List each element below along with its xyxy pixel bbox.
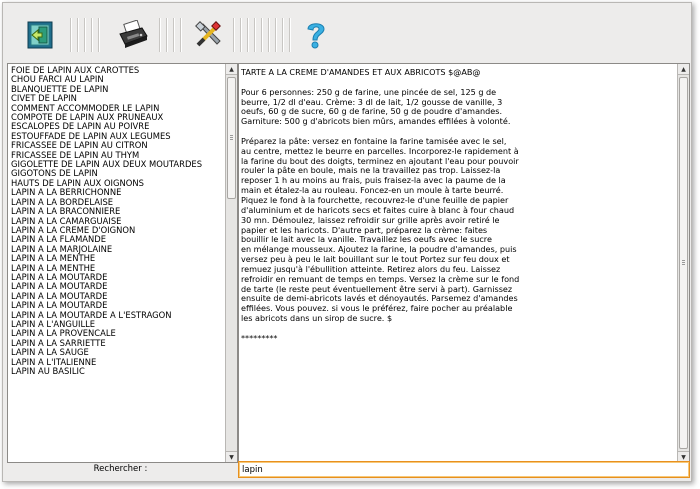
- toolbar-separator: [77, 18, 79, 52]
- recipe-text[interactable]: TARTE A LA CREME D'AMANDES ET AUX ABRICO…: [239, 64, 677, 462]
- toolbar-separator: [268, 18, 270, 52]
- recipe-text-panel: TARTE A LA CREME D'AMANDES ET AUX ABRICO…: [238, 63, 690, 463]
- recipe-list[interactable]: FOIE DE LAPIN AUX CAROTTES CHOU FARCI AU …: [8, 64, 226, 462]
- tools-button[interactable]: [191, 17, 227, 53]
- scroll-up-arrow-icon[interactable]: ▲: [226, 64, 237, 75]
- scrollbar-thumb[interactable]: [227, 77, 236, 199]
- recipe-text-line: les abricots dans un sirop de sucre. $: [241, 313, 393, 324]
- recipe-text-scrollbar[interactable]: ▲ ▼: [677, 64, 689, 462]
- search-label: Rechercher :: [93, 464, 148, 474]
- recipe-text-line: [241, 324, 677, 334]
- toolbar: [3, 3, 691, 61]
- app-window: FOIE DE LAPIN AUX CAROTTES CHOU FARCI AU …: [2, 2, 692, 482]
- exit-button[interactable]: [22, 17, 58, 53]
- toolbar-separator: [159, 18, 161, 52]
- scroll-up-arrow-icon[interactable]: ▲: [678, 64, 689, 75]
- toolbar-separator: [254, 18, 256, 52]
- recipe-list-panel: FOIE DE LAPIN AUX CAROTTES CHOU FARCI AU …: [7, 63, 238, 463]
- printer-icon: [119, 20, 148, 48]
- toolbar-separator: [173, 18, 175, 52]
- toolbar-separator: [275, 18, 277, 52]
- toolbar-separator: [261, 18, 263, 52]
- toolbar-separator: [70, 18, 72, 52]
- recipe-text-line: *********: [241, 332, 278, 343]
- recipe-text-line: TARTE A LA CREME D'AMANDES ET AUX ABRICO…: [241, 67, 481, 77]
- toolbar-separator: [289, 18, 291, 52]
- help-icon: [307, 23, 325, 49]
- toolbar-separator: [91, 18, 93, 52]
- recipe-list-scrollbar[interactable]: ▲ ▼: [225, 64, 237, 462]
- toolbar-separator: [166, 18, 168, 52]
- scrollbar-thumb[interactable]: [679, 77, 688, 449]
- toolbar-separator: [180, 18, 182, 52]
- toolbar-separator: [233, 18, 235, 52]
- toolbar-separator: [84, 18, 86, 52]
- toolbar-separator: [282, 18, 284, 52]
- print-button[interactable]: [115, 17, 151, 53]
- help-button[interactable]: [298, 17, 334, 53]
- recipe-text-line: Garniture: 500 g d'abricots bien mûrs, a…: [241, 116, 511, 127]
- toolbar-separator: [98, 18, 100, 52]
- exit-icon: [27, 21, 53, 49]
- search-input[interactable]: [238, 461, 690, 478]
- list-item[interactable]: LAPIN AU BASILIC: [11, 366, 226, 376]
- toolbar-separator: [247, 18, 249, 52]
- tools-icon: [195, 21, 221, 47]
- toolbar-separator: [240, 18, 242, 52]
- scroll-down-arrow-icon[interactable]: ▼: [226, 451, 237, 462]
